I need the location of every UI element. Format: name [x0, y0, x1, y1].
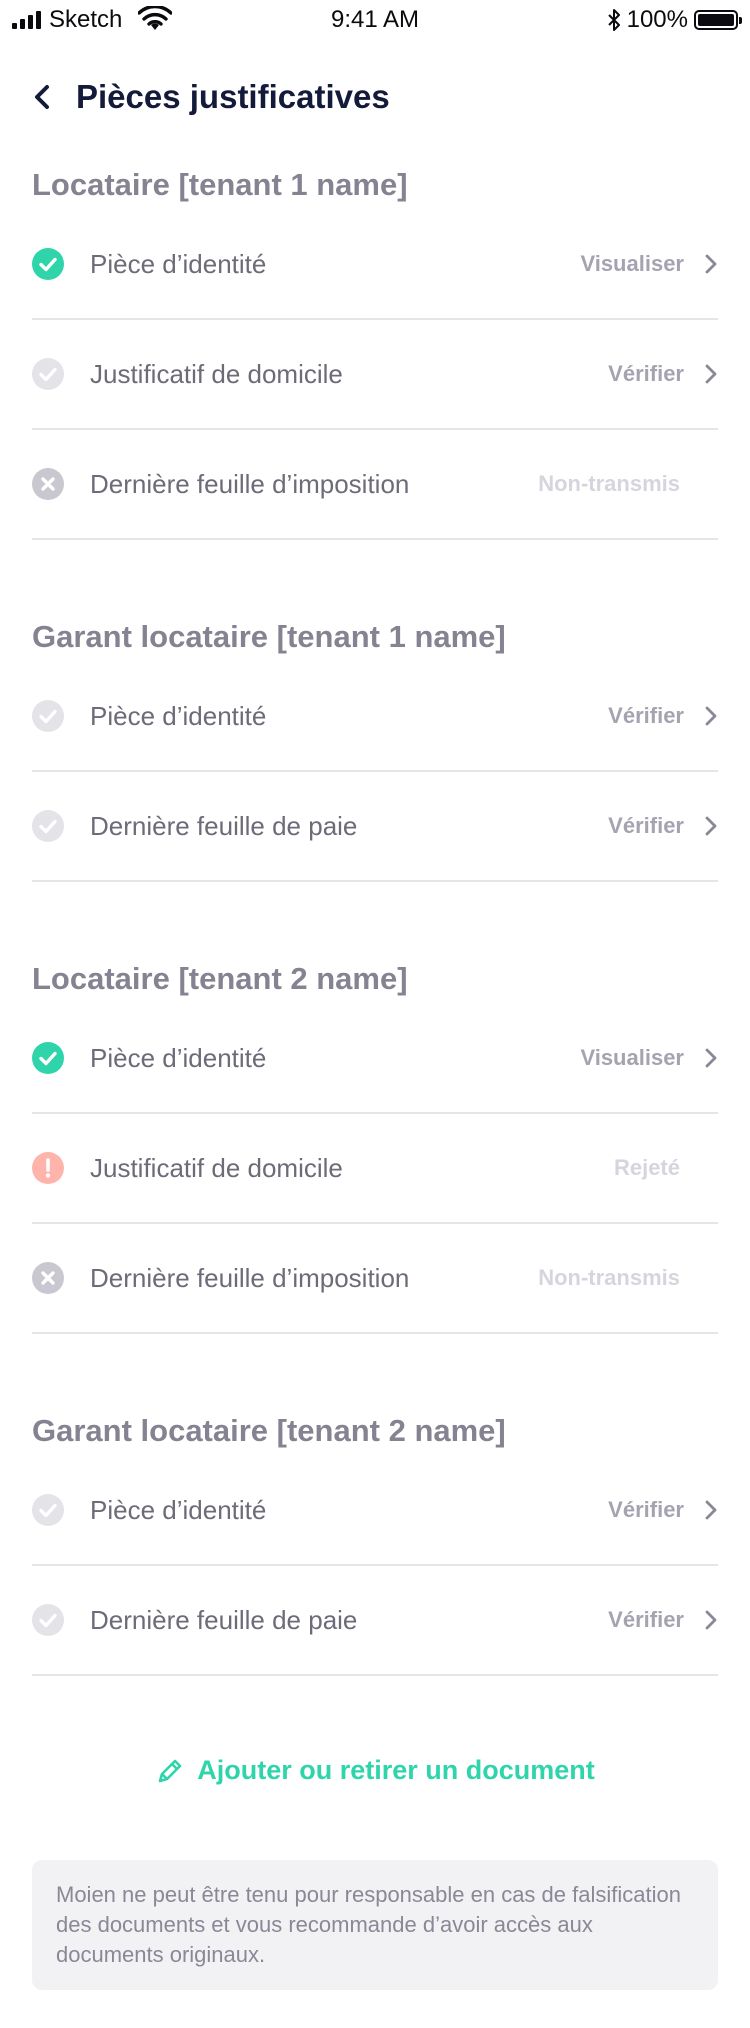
- document-row[interactable]: Pièce d’identité Vérifier: [32, 1456, 718, 1566]
- validated-check-icon: [32, 248, 64, 280]
- section-title: Locataire [tenant 1 name]: [32, 167, 408, 202]
- validated-check-icon: [32, 1042, 64, 1074]
- document-action-link[interactable]: Vérifier: [608, 361, 684, 387]
- rejected-alert-icon: [32, 1152, 64, 1184]
- document-label: Dernière feuille d’imposition: [90, 1262, 410, 1293]
- document-section: Garant locataire [tenant 2 name] Pièce d’…: [32, 1406, 718, 1676]
- chevron-right-icon: [705, 706, 717, 726]
- status-right: 100%: [607, 6, 742, 34]
- nav-header: Pièces justificatives: [32, 78, 390, 116]
- status-bar: Sketch 9:41 AM 100%: [0, 0, 750, 42]
- add-remove-document-label: Ajouter ou retirer un document: [197, 1755, 595, 1785]
- missing-x-icon: [32, 468, 64, 500]
- document-action-link[interactable]: Vérifier: [608, 703, 684, 729]
- document-action-link[interactable]: Vérifier: [608, 1497, 684, 1523]
- section-title: Garant locataire [tenant 1 name]: [32, 619, 506, 654]
- document-action-link[interactable]: Vérifier: [608, 813, 684, 839]
- pencil-icon: [158, 1759, 182, 1782]
- document-action-link[interactable]: Visualiser: [580, 251, 684, 277]
- document-label: Justificatif de domicile: [90, 1152, 343, 1183]
- document-label: Dernière feuille d’imposition: [90, 468, 410, 499]
- pending-check-icon: [32, 700, 64, 732]
- document-row[interactable]: Pièce d’identité Visualiser: [32, 1004, 718, 1114]
- page-title: Pièces justificatives: [76, 78, 390, 115]
- chevron-right-icon: [705, 1610, 717, 1630]
- document-sections: Locataire [tenant 1 name] Pièce d’identit…: [32, 160, 718, 1748]
- pending-check-icon: [32, 1604, 64, 1636]
- pending-check-icon: [32, 358, 64, 390]
- pending-check-icon: [32, 1494, 64, 1526]
- missing-x-icon: [32, 1262, 64, 1294]
- document-status-text: Rejeté: [613, 1155, 680, 1180]
- document-row[interactable]: Dernière feuille de paie Vérifier: [32, 1566, 718, 1676]
- document-label: Pièce d’identité: [90, 1042, 267, 1073]
- pending-check-icon: [32, 810, 64, 842]
- document-status-text: Non-transmis: [538, 471, 680, 496]
- document-row[interactable]: Dernière feuille de paie Vérifier: [32, 772, 718, 882]
- chevron-right-icon: [705, 1500, 717, 1520]
- document-label: Dernière feuille de paie: [90, 1604, 358, 1635]
- battery-percent: 100%: [626, 6, 688, 33]
- section-title: Locataire [tenant 2 name]: [32, 961, 408, 996]
- document-section: Locataire [tenant 2 name] Pièce d’identit…: [32, 954, 718, 1334]
- document-status-text: Non-transmis: [538, 1265, 680, 1290]
- document-row: Justificatif de domicile Rejeté: [32, 1114, 718, 1224]
- document-action-link[interactable]: Vérifier: [608, 1607, 684, 1633]
- document-row[interactable]: Justificatif de domicile Vérifier: [32, 320, 718, 430]
- add-remove-document-link[interactable]: Ajouter ou retirer un document: [0, 1755, 750, 1786]
- back-chevron-icon[interactable]: [32, 84, 52, 110]
- chevron-right-icon: [705, 364, 717, 384]
- chevron-right-icon: [705, 1048, 717, 1068]
- document-section: Locataire [tenant 1 name] Pièce d’identit…: [32, 160, 718, 540]
- document-row: Dernière feuille d’imposition Non-transmi…: [32, 430, 718, 540]
- chevron-right-icon: [705, 254, 717, 274]
- document-label: Dernière feuille de paie: [90, 810, 358, 841]
- document-section: Garant locataire [tenant 1 name] Pièce d’…: [32, 612, 718, 882]
- document-label: Pièce d’identité: [90, 1494, 267, 1525]
- disclaimer-text: Moien ne peut être tenu pour responsable…: [56, 1882, 681, 1967]
- chevron-right-icon: [705, 816, 717, 836]
- document-label: Justificatif de domicile: [90, 358, 343, 389]
- document-label: Pièce d’identité: [90, 248, 267, 279]
- document-action-link[interactable]: Visualiser: [580, 1045, 684, 1071]
- document-row: Dernière feuille d’imposition Non-transmi…: [32, 1224, 718, 1334]
- document-label: Pièce d’identité: [90, 700, 267, 731]
- document-row[interactable]: Pièce d’identité Visualiser: [32, 210, 718, 320]
- disclaimer-box: Moien ne peut être tenu pour responsable…: [32, 1860, 718, 1990]
- battery-icon: [694, 10, 742, 30]
- bluetooth-icon: [607, 9, 620, 31]
- section-title: Garant locataire [tenant 2 name]: [32, 1413, 506, 1448]
- document-row[interactable]: Pièce d’identité Vérifier: [32, 662, 718, 772]
